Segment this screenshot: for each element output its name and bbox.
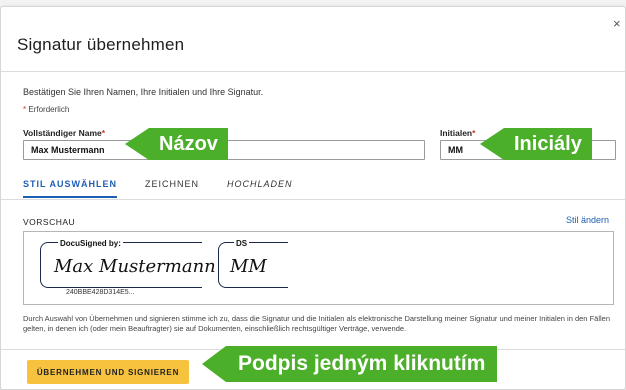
initials-label-text: Initialen — [440, 128, 473, 138]
initials-header: DS — [234, 239, 250, 248]
required-marker: * — [101, 128, 106, 138]
tab-draw[interactable]: ZEICHNEN — [145, 179, 199, 198]
callout-name: Názov — [125, 128, 228, 160]
required-note: * Erforderlich — [23, 105, 69, 114]
callout-one-click-sign: Podpis jedným kliknutím — [201, 346, 498, 382]
full-name-label: Vollständiger Name* — [23, 128, 105, 138]
preview-label: VORSCHAU — [23, 217, 76, 227]
required-note-text: Erforderlich — [28, 105, 70, 114]
intro-text: Bestätigen Sie Ihren Namen, Ihre Initial… — [23, 87, 264, 97]
full-name-label-text: Vollständiger Name — [23, 128, 102, 138]
tab-select-style[interactable]: STIL AUSWÄHLEN — [23, 179, 117, 198]
adopt-and-sign-button[interactable]: ÜBERNEHMEN UND SIGNIEREN — [27, 360, 189, 384]
signature-preview: DocuSigned by: Max Mustermann 240BBE428D… — [23, 231, 614, 305]
signature-script: Max Mustermann — [54, 256, 216, 277]
callout-initials: Iniciály — [480, 128, 592, 160]
signature-id: 240BBE428D314E5... — [64, 289, 137, 296]
close-icon[interactable]: × — [613, 17, 621, 30]
style-tabs: STIL AUSWÄHLEN ZEICHNEN HOCHLADEN — [23, 179, 321, 198]
signature-header: DocuSigned by: — [58, 239, 123, 248]
initials-label: Initialen* — [440, 128, 475, 138]
header-divider — [1, 71, 626, 72]
adopt-signature-dialog: Signatur übernehmen × Bestätigen Sie Ihr… — [0, 6, 626, 390]
consent-text: Durch Auswahl von Übernehmen und signier… — [23, 314, 610, 333]
dialog-title: Signatur übernehmen — [17, 35, 185, 54]
required-marker: * — [472, 128, 476, 138]
tabs-divider — [1, 199, 626, 200]
initials-script: MM — [230, 256, 267, 277]
required-marker: * — [23, 105, 27, 114]
change-style-link[interactable]: Stil ändern — [566, 215, 609, 225]
tab-upload[interactable]: HOCHLADEN — [227, 179, 293, 198]
